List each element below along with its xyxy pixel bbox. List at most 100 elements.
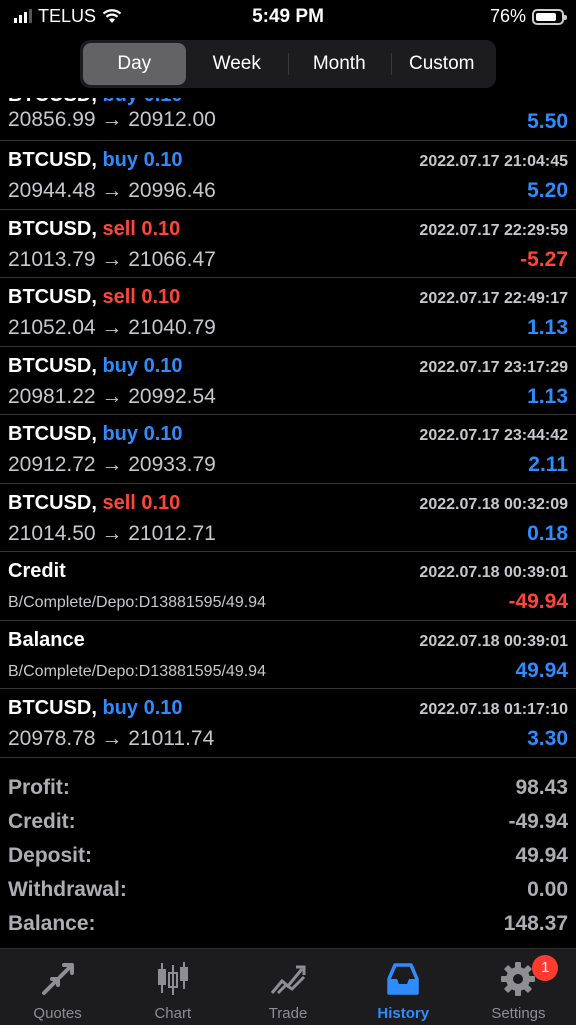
deal-time: 2022.07.17 23:44:42 xyxy=(419,427,568,444)
deal-title: BTCUSD, buy 0.10 xyxy=(8,98,183,107)
list-item[interactable]: BTCUSD, buy 0.10 2022.07.17 23:44:42 209… xyxy=(0,415,576,484)
deal-type: Credit xyxy=(8,560,66,582)
deal-symbol: BTCUSD, xyxy=(8,354,97,377)
summary-value: -49.94 xyxy=(508,810,568,833)
deal-title: BTCUSD, buy 0.10 xyxy=(8,355,183,378)
deal-time: 2022.07.18 00:39:01 xyxy=(419,632,568,650)
list-item[interactable]: BTCUSD, sell 0.10 2022.07.17 22:29:59 21… xyxy=(0,210,576,278)
deal-side: buy 0.10 xyxy=(102,149,183,171)
deal-type: Balance xyxy=(8,628,85,651)
deal-prices: 20978.78 → 21011.74 xyxy=(8,727,215,750)
list-item[interactable]: BTCUSD, buy 0.10 20856.99 → 20912.00 5.5… xyxy=(0,98,576,141)
deal-symbol: BTCUSD, xyxy=(8,697,97,719)
deal-title: BTCUSD, sell 0.10 xyxy=(8,286,180,309)
deal-symbol: BTCUSD, xyxy=(8,491,97,514)
summary-value: 98.43 xyxy=(515,776,568,799)
deal-symbol: BTCUSD, xyxy=(8,98,97,106)
deal-time: 2022.07.17 22:29:59 xyxy=(419,221,568,239)
tab-custom[interactable]: Custom xyxy=(390,43,494,85)
tab-week[interactable]: Week xyxy=(186,43,289,85)
deal-symbol: BTCUSD, xyxy=(8,423,97,445)
deal-comment: B/Complete/Depo:D13881595/49.94 xyxy=(8,662,266,680)
quotes-icon xyxy=(41,963,74,995)
list-item[interactable]: BTCUSD, buy 0.10 2022.07.17 21:04:45 209… xyxy=(0,141,576,210)
summary-value: 148.37 xyxy=(503,912,568,935)
deal-title: Balance xyxy=(8,629,85,652)
tab-settings[interactable]: 1 Settings xyxy=(461,949,576,1025)
summary-label: Profit: xyxy=(8,776,70,799)
history-icon xyxy=(387,963,419,995)
deal-time: 2022.07.17 23:17:29 xyxy=(419,358,568,376)
deal-title: BTCUSD, buy 0.10 xyxy=(8,423,183,446)
deal-prices: 20944.48 → 20996.46 xyxy=(8,179,216,202)
tab-day[interactable]: Day xyxy=(83,43,186,85)
list-item[interactable]: BTCUSD, buy 0.10 2022.07.17 23:17:29 209… xyxy=(0,347,576,415)
history-list[interactable]: BTCUSD, buy 0.10 20856.99 → 20912.00 5.5… xyxy=(0,98,576,764)
deal-symbol: BTCUSD, xyxy=(8,286,97,308)
deal-side: sell 0.10 xyxy=(102,217,181,240)
deal-title: BTCUSD, sell 0.10 xyxy=(8,218,180,241)
deal-prices: 21013.79 → 21066.47 xyxy=(8,247,216,271)
deal-side: sell 0.10 xyxy=(102,491,181,514)
deal-prices: 20912.72 → 20933.79 xyxy=(8,453,216,476)
list-item[interactable]: BTCUSD, sell 0.10 2022.07.17 22:49:17 21… xyxy=(0,278,576,347)
tab-chart[interactable]: Chart xyxy=(115,949,230,1025)
deal-profit: 3.30 xyxy=(527,727,568,750)
tab-history[interactable]: History xyxy=(346,949,461,1025)
tab-label: Settings xyxy=(491,1005,546,1022)
bottom-tab-bar: Quotes Chart Trade History 1 Settings xyxy=(0,948,576,1025)
deal-prices: 20856.99 → 20912.00 xyxy=(8,108,216,131)
summary-label: Credit: xyxy=(8,810,76,833)
summary-profit: Profit: 98.43 xyxy=(0,772,576,806)
deal-profit: 1.13 xyxy=(527,316,568,339)
deal-time: 2022.07.18 01:17:10 xyxy=(419,701,568,718)
status-right: 76% xyxy=(489,6,567,27)
deal-comment: B/Complete/Depo:D13881595/49.94 xyxy=(8,594,266,611)
battery-icon xyxy=(532,8,567,25)
deal-side: sell 0.10 xyxy=(102,286,181,308)
tab-label: Trade xyxy=(268,1005,308,1022)
summary-label: Deposit: xyxy=(8,844,92,867)
summary-withdrawal: Withdrawal: 0.00 xyxy=(0,874,576,908)
period-segmented-control: Day Week Month Custom xyxy=(80,40,496,88)
summary-balance: Balance: 148.37 xyxy=(0,908,576,942)
chart-icon xyxy=(157,962,188,995)
summary-deposit: Deposit: 49.94 xyxy=(0,840,576,874)
list-item[interactable]: BTCUSD, buy 0.10 2022.07.18 01:17:10 209… xyxy=(0,689,576,758)
deal-profit: 1.13 xyxy=(527,384,568,408)
deal-prices: 20981.22 → 20992.54 xyxy=(8,384,216,408)
deal-profit: -49.94 xyxy=(508,590,568,613)
deal-profit: 2.11 xyxy=(528,453,568,476)
deal-prices: 21052.04 → 21040.79 xyxy=(8,316,216,339)
deal-title: Credit xyxy=(8,560,66,583)
list-item[interactable]: BTCUSD, sell 0.10 2022.07.18 00:32:09 21… xyxy=(0,484,576,552)
deal-profit: 49.94 xyxy=(515,658,568,682)
tab-label: Quotes xyxy=(33,1005,82,1022)
deal-title: BTCUSD, buy 0.10 xyxy=(8,149,183,172)
battery-percent: 76% xyxy=(489,6,526,26)
tab-label: History xyxy=(377,1005,430,1022)
status-bar: TELUS 5:49 PM 76% xyxy=(0,0,576,34)
deal-profit: 5.20 xyxy=(527,179,568,202)
summary-value: 49.94 xyxy=(515,844,568,867)
tab-month[interactable]: Month xyxy=(288,43,391,85)
deal-side: buy 0.10 xyxy=(102,354,183,377)
tab-label: Chart xyxy=(154,1005,192,1022)
deal-symbol: BTCUSD, xyxy=(8,217,97,240)
summary-value: 0.00 xyxy=(527,878,568,901)
deal-side: buy 0.10 xyxy=(102,98,182,106)
deal-time: 2022.07.18 00:32:09 xyxy=(419,495,568,513)
deal-time: 2022.07.17 21:04:45 xyxy=(419,153,568,170)
deal-profit: 0.18 xyxy=(527,521,568,545)
deal-time: 2022.07.17 22:49:17 xyxy=(419,290,568,307)
deal-side: buy 0.10 xyxy=(102,697,183,719)
list-item[interactable]: Balance 2022.07.18 00:39:01 B/Complete/D… xyxy=(0,621,576,689)
notification-badge: 1 xyxy=(532,955,559,981)
tab-trade[interactable]: Trade xyxy=(230,949,345,1025)
deal-prices: 21014.50 → 21012.71 xyxy=(8,521,216,545)
deal-time: 2022.07.18 00:39:01 xyxy=(419,564,568,581)
tab-quotes[interactable]: Quotes xyxy=(0,949,115,1025)
list-item[interactable]: Credit 2022.07.18 00:39:01 B/Complete/De… xyxy=(0,552,576,621)
deal-title: BTCUSD, sell 0.10 xyxy=(8,492,180,515)
deal-symbol: BTCUSD, xyxy=(8,149,97,171)
